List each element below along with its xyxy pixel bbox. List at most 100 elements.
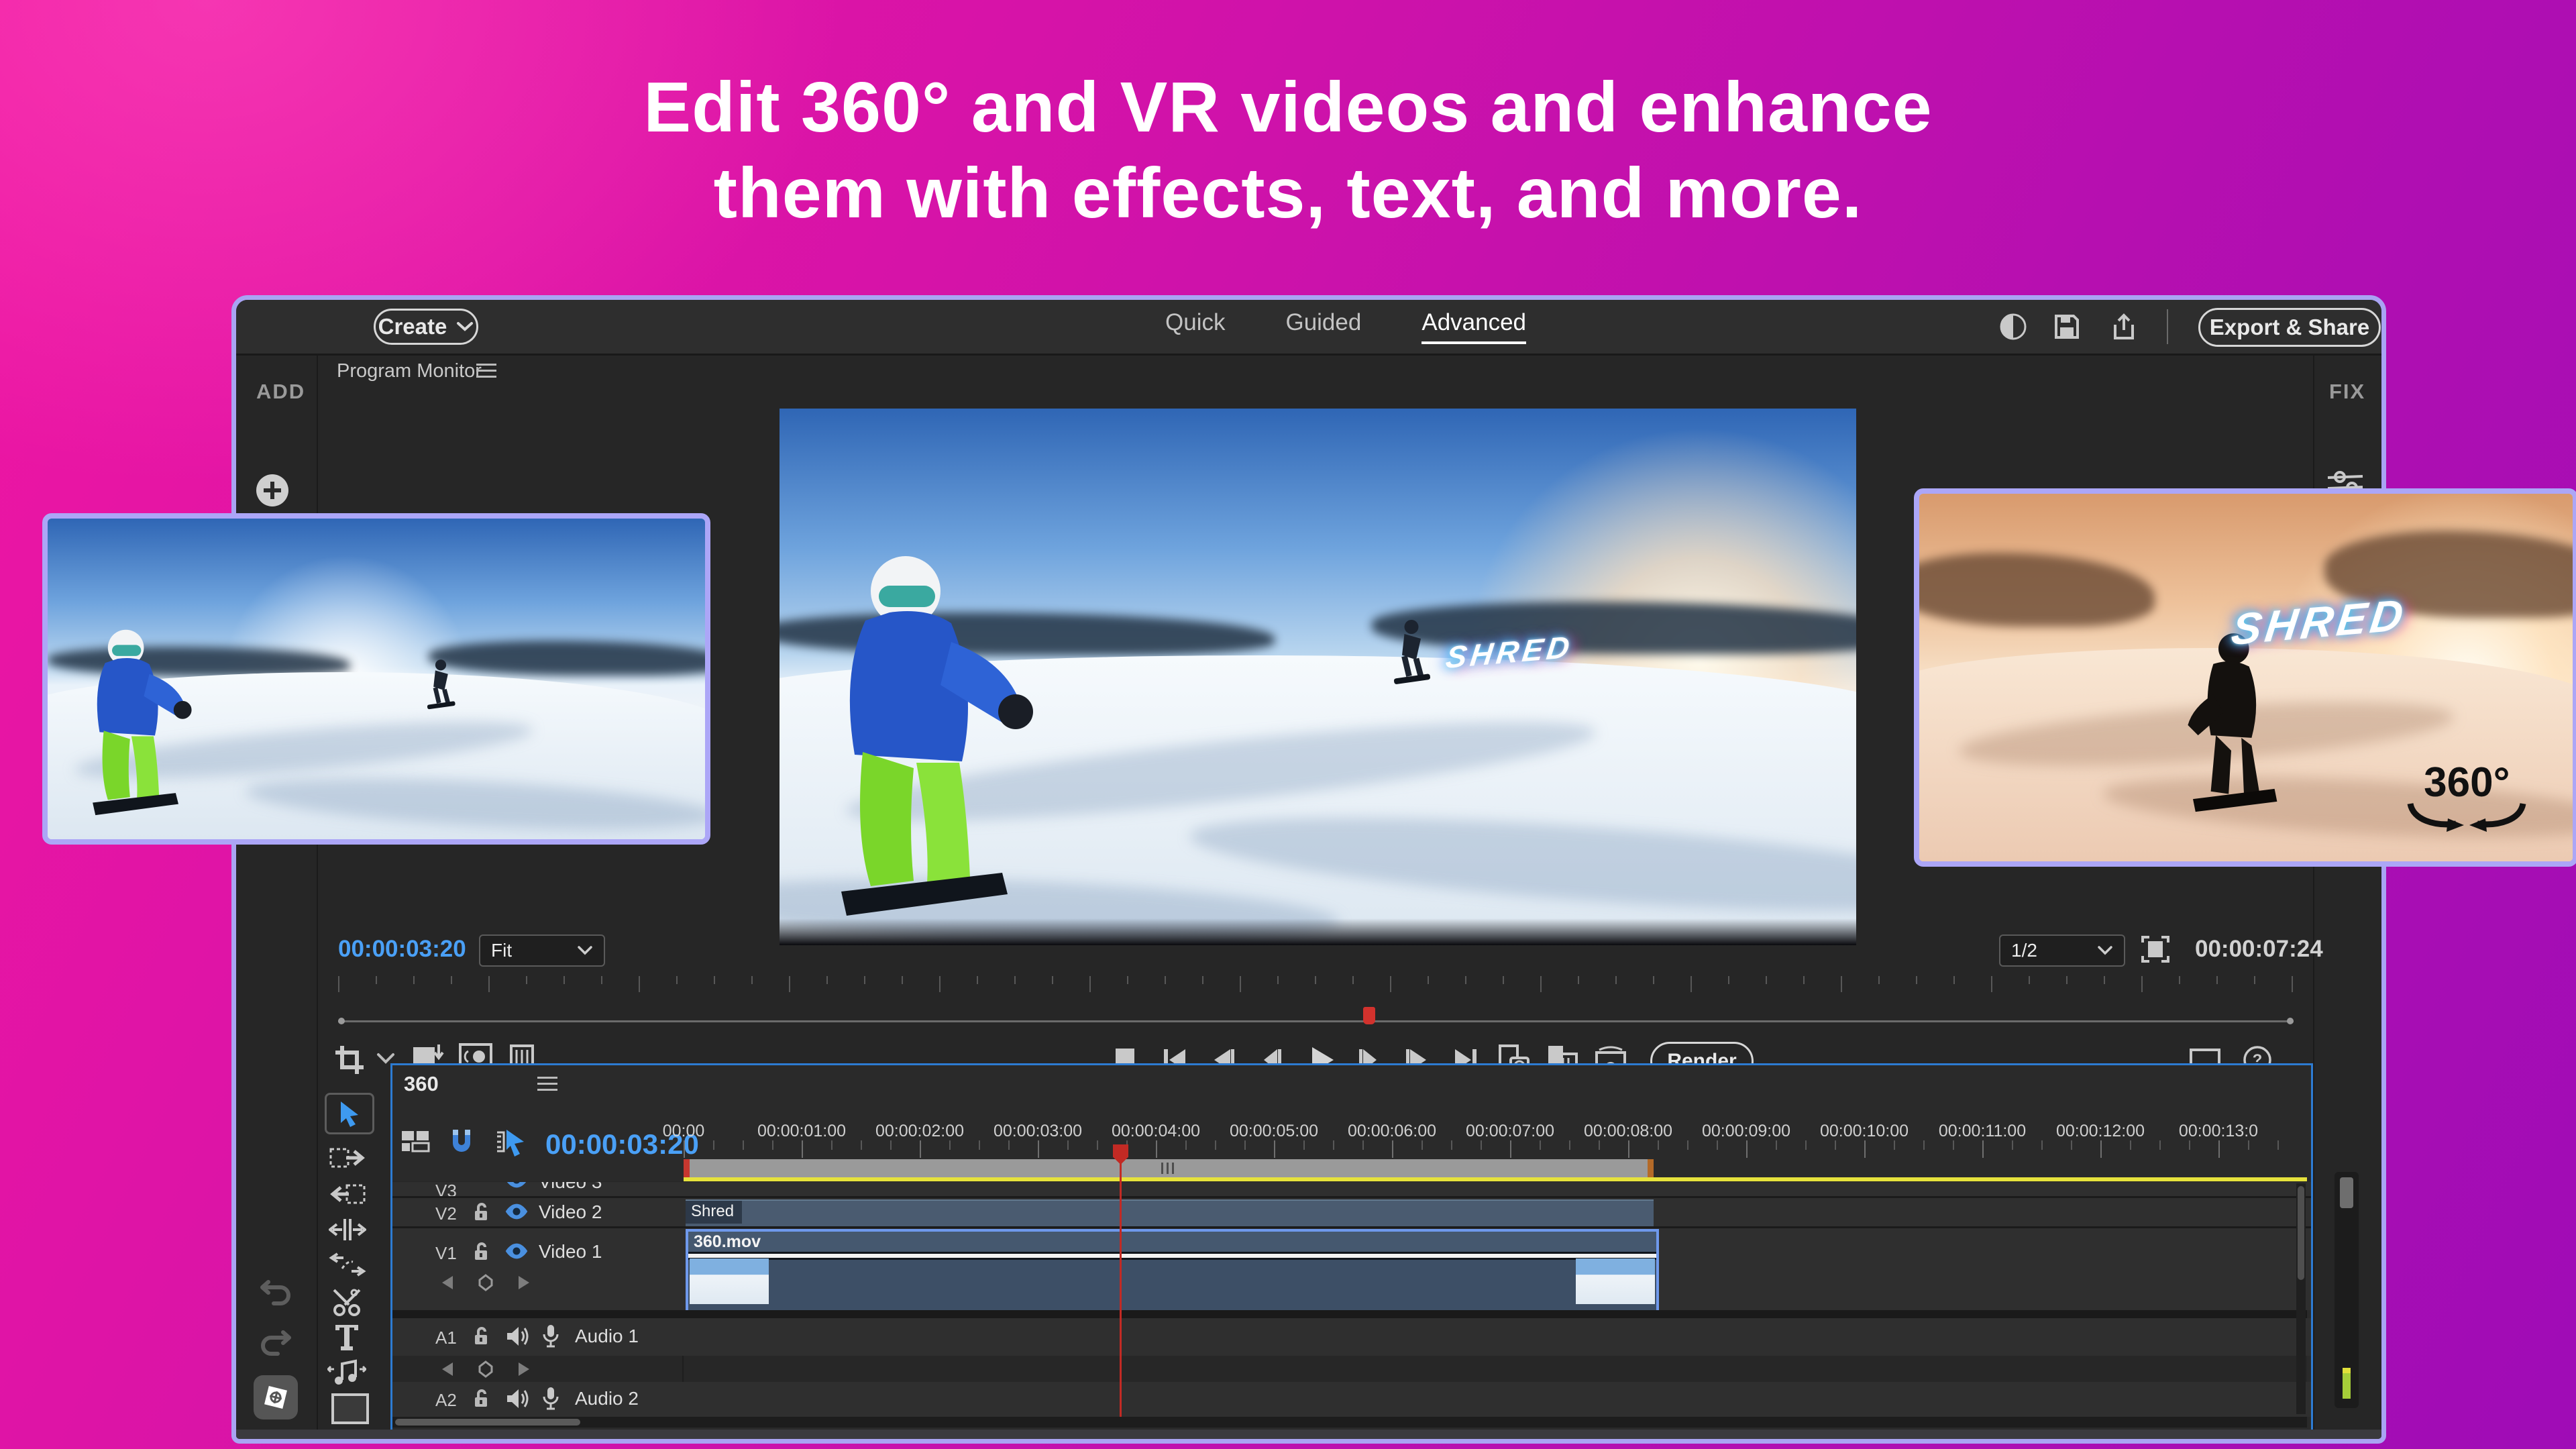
track-name: Audio 1 xyxy=(575,1326,639,1347)
clip-label: 360.mov xyxy=(694,1232,761,1252)
page-indicator-value: 1/2 xyxy=(2011,940,2037,961)
keyframe-next-icon[interactable] xyxy=(517,1361,531,1377)
keyframe-add-icon[interactable] xyxy=(478,1274,493,1291)
create-button[interactable]: Create xyxy=(374,309,478,345)
window-bottom-chrome xyxy=(236,1430,2381,1439)
keyframe-prev-icon[interactable] xyxy=(441,1361,454,1377)
track-row-v1: V1 Video 1 360.mov xyxy=(392,1228,2311,1310)
track-name: Video 2 xyxy=(539,1201,602,1223)
track-select-backward-tool[interactable] xyxy=(329,1181,366,1208)
redo-icon[interactable] xyxy=(259,1328,292,1356)
selection-tool[interactable] xyxy=(325,1093,374,1134)
music-remix-tool[interactable] xyxy=(327,1357,366,1388)
track-id: V3 xyxy=(435,1182,457,1196)
crop-icon[interactable] xyxy=(334,1044,365,1075)
undo-icon[interactable] xyxy=(259,1278,292,1306)
add-plus-icon[interactable] xyxy=(255,473,290,508)
horizontal-scrollbar[interactable] xyxy=(392,1417,2307,1428)
clip-label: Shred xyxy=(686,1201,742,1224)
vertical-scrollbar-handle[interactable] xyxy=(2298,1186,2304,1280)
monitor-scrubber[interactable] xyxy=(338,1012,2294,1031)
tab-guided[interactable]: Guided xyxy=(1285,309,1361,341)
zoom-fit-value: Fit xyxy=(491,940,512,961)
keyframe-next-icon[interactable] xyxy=(517,1275,531,1291)
speaker-icon[interactable] xyxy=(505,1387,531,1410)
timeline-ruler-ticks xyxy=(392,1140,2307,1159)
fullscreen-icon[interactable] xyxy=(2140,934,2171,964)
timeline-menu-icon[interactable] xyxy=(537,1083,557,1085)
clip-thumbnail-start xyxy=(690,1258,769,1304)
ripple-trim-tool[interactable] xyxy=(329,1216,366,1243)
snowboarder-distant xyxy=(423,653,459,716)
timeline-panel: 360 00:00:03:20 00:0000:00:01:0000:00:02… xyxy=(390,1063,2313,1433)
contrast-icon[interactable] xyxy=(1997,311,2029,343)
slip-tool[interactable] xyxy=(329,1251,366,1278)
timeline-tools xyxy=(318,1090,390,1439)
lock-icon[interactable] xyxy=(473,1202,490,1222)
export-share-label: Export & Share xyxy=(2210,315,2369,340)
work-area-bar[interactable] xyxy=(684,1159,1654,1177)
rectangle-tool[interactable] xyxy=(331,1393,369,1424)
badge-360: 360° xyxy=(2390,759,2544,832)
audio-meter xyxy=(2334,1172,2359,1408)
mic-icon[interactable] xyxy=(541,1386,560,1411)
track-name: Video 1 xyxy=(539,1241,602,1263)
app-window: Create Quick Guided Advanced Export & Sh… xyxy=(231,295,2386,1444)
app-topbar: Create Quick Guided Advanced Export & Sh… xyxy=(236,300,2381,356)
tab-advanced[interactable]: Advanced xyxy=(1421,309,1526,344)
share-icon[interactable] xyxy=(2108,311,2140,343)
add-rail-label: ADD xyxy=(256,380,305,404)
lock-icon[interactable] xyxy=(473,1326,490,1346)
audio-meter-handle[interactable] xyxy=(2340,1177,2353,1208)
track-name: Audio 2 xyxy=(575,1388,639,1409)
clip-360mov[interactable]: 360.mov xyxy=(686,1229,1659,1313)
mic-icon[interactable] xyxy=(541,1324,560,1349)
organizer-icon[interactable] xyxy=(254,1375,298,1419)
snowboarder-foreground xyxy=(67,614,201,836)
timeline-tab[interactable]: 360 xyxy=(404,1072,439,1096)
program-monitor-menu-icon[interactable] xyxy=(476,370,496,372)
headline-line1: Edit 360° and VR videos and enhance xyxy=(0,64,2576,150)
preview-panel-right: SHRED 360° xyxy=(1914,488,2576,867)
horizontal-scrollbar-handle[interactable] xyxy=(395,1419,580,1426)
work-area-grip[interactable] xyxy=(1161,1163,1176,1174)
track-name: Video 3 xyxy=(539,1182,602,1193)
clip-shred[interactable]: Shred xyxy=(686,1199,1654,1226)
monitor-playhead-handle[interactable] xyxy=(1363,1007,1375,1024)
keyframe-add-icon[interactable] xyxy=(478,1360,493,1378)
create-button-label: Create xyxy=(378,314,447,339)
visibility-eye-icon[interactable] xyxy=(503,1203,530,1220)
zoom-fit-dropdown[interactable]: Fit xyxy=(479,934,605,967)
export-share-button[interactable]: Export & Share xyxy=(2198,308,2381,347)
program-monitor-video[interactable]: SHRED xyxy=(780,409,1856,945)
track-id: A1 xyxy=(435,1328,457,1348)
visibility-eye-icon[interactable] xyxy=(503,1182,530,1189)
track-row-v2: V2 Video 2 Shred xyxy=(392,1198,2311,1226)
text-tool[interactable] xyxy=(331,1321,362,1352)
monitor-total-duration: 00:00:07:24 xyxy=(2195,936,2323,963)
monitor-current-timecode: 00:00:03:20 xyxy=(338,936,466,963)
tab-quick[interactable]: Quick xyxy=(1165,309,1225,341)
save-icon[interactable] xyxy=(2051,311,2083,343)
chevron-down-icon xyxy=(2097,946,2113,955)
lock-icon[interactable] xyxy=(473,1242,490,1262)
speaker-icon[interactable] xyxy=(505,1325,531,1348)
visibility-eye-icon[interactable] xyxy=(503,1242,530,1260)
chevron-down-icon xyxy=(577,946,593,955)
page-dropdown[interactable]: 1/2 xyxy=(1999,934,2125,967)
snowboarder-foreground xyxy=(801,527,1042,945)
headline: Edit 360° and VR videos and enhance them… xyxy=(0,64,2576,236)
keyframe-nav xyxy=(441,1360,531,1378)
razor-tool[interactable] xyxy=(330,1286,364,1317)
vertical-scrollbar[interactable] xyxy=(2296,1183,2306,1414)
monitor-mini-ruler xyxy=(338,976,2294,994)
headline-line2: them with effects, text, and more. xyxy=(0,150,2576,236)
badge-360-label: 360° xyxy=(2390,759,2544,806)
topbar-divider xyxy=(2167,309,2168,344)
track-select-forward-tool[interactable] xyxy=(329,1145,366,1172)
track-row-v3: V3 Video 3 xyxy=(392,1182,2311,1196)
lock-icon[interactable] xyxy=(473,1389,490,1409)
fix-rail-label: FIX xyxy=(2329,380,2365,404)
playhead-line xyxy=(1120,1146,1122,1417)
keyframe-prev-icon[interactable] xyxy=(441,1275,454,1291)
